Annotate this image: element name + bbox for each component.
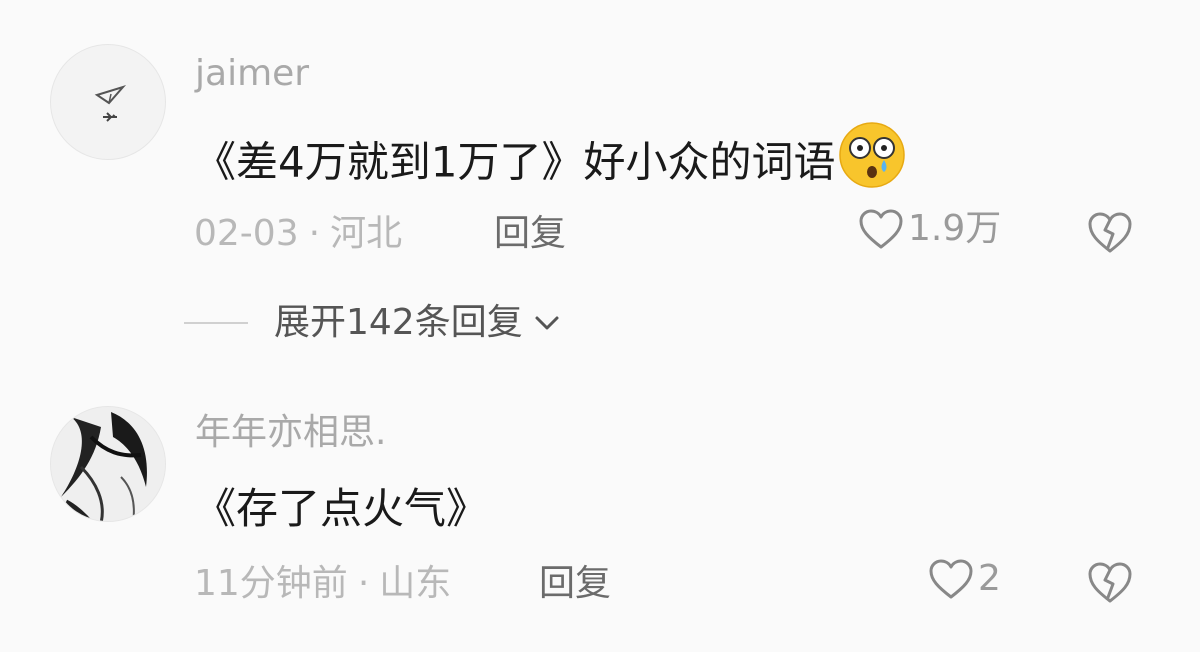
username[interactable]: jaimer — [195, 56, 309, 92]
avatar[interactable] — [50, 406, 166, 522]
reply-button[interactable]: 回复 — [539, 566, 611, 602]
comment-text: 《差4万就到1万了》好小众的词语 — [194, 122, 907, 200]
chevron-down-icon — [535, 316, 559, 330]
heart-icon — [929, 559, 973, 599]
comment-meta: 11分钟前 · 山东 — [194, 566, 451, 602]
divider-line — [184, 322, 248, 324]
comment-item-2: 年年亦相思. 《存了点火气》 11分钟前 · 山东 回复 2 — [0, 395, 1200, 652]
expand-replies-label: 展开142条回复 — [274, 302, 523, 343]
separator: · — [357, 563, 370, 604]
comment-date: 11分钟前 — [194, 563, 348, 604]
expand-replies-button[interactable]: 展开142条回复 — [184, 305, 561, 341]
username[interactable]: 年年亦相思. — [195, 415, 386, 451]
comment-date: 02-03 — [194, 213, 299, 254]
heart-icon — [859, 209, 903, 249]
separator: · — [308, 213, 321, 254]
avatar[interactable] — [50, 44, 166, 160]
reply-button[interactable]: 回复 — [494, 216, 566, 252]
astonished-tear-emoji-icon — [839, 122, 906, 188]
like-count: 2 — [978, 558, 1001, 599]
dislike-button[interactable] — [1086, 560, 1134, 608]
comment-location: 山东 — [379, 563, 452, 604]
comment-text: 《存了点火气》 — [194, 484, 489, 533]
paper-plane-avatar-icon — [94, 85, 127, 122]
like-button[interactable]: 2 — [928, 558, 1001, 600]
broken-heart-icon — [1088, 212, 1132, 253]
dislike-button[interactable] — [1086, 210, 1134, 258]
comment-location: 河北 — [330, 213, 403, 254]
like-count: 1.9万 — [908, 208, 1002, 249]
comment-meta: 02-03 · 河北 — [194, 216, 402, 252]
like-button[interactable]: 1.9万 — [858, 208, 1001, 250]
comment-item-1: jaimer 《差4万就到1万了》好小众的词语 02-03 · 河北 回复 1.9万 — [0, 0, 1200, 300]
broken-heart-icon — [1088, 562, 1132, 603]
anime-sketch-avatar-icon — [51, 407, 165, 521]
